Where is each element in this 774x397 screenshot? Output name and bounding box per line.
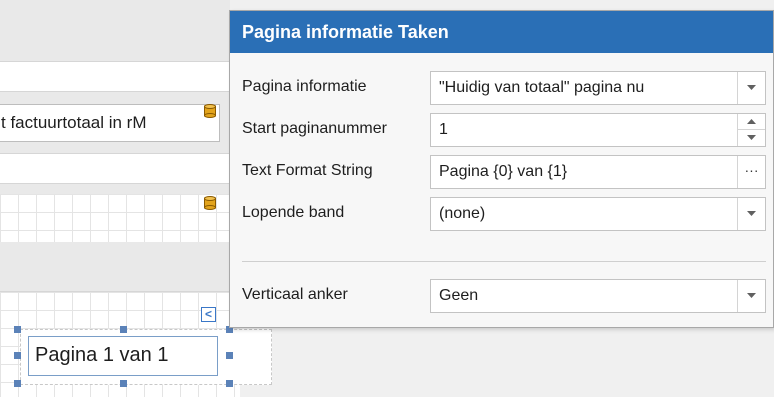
page-info-text: Pagina 1 van 1 — [35, 344, 169, 366]
input-value: Pagina {0} van {1} — [439, 163, 568, 180]
band-row-2 — [0, 154, 230, 184]
input-value: 1 — [439, 121, 448, 138]
row-vertical-anchor: Verticaal anker Geen — [230, 279, 774, 313]
chevron-left-icon: < — [204, 307, 212, 321]
panel-title: Pagina informatie Taken — [230, 11, 773, 53]
chevron-down-icon — [747, 211, 756, 216]
row-text-format-string: Text Format String Pagina {0} van {1} ··… — [230, 155, 774, 189]
row-label: Lopende band — [242, 204, 345, 221]
dropdown-button[interactable] — [737, 280, 765, 312]
spin-up-button[interactable] — [738, 114, 765, 130]
database-icon — [204, 104, 216, 118]
text-format-string-input[interactable]: Pagina {0} van {1} ··· — [430, 155, 766, 189]
band-grid-1 — [0, 194, 230, 242]
select-value: Geen — [439, 287, 479, 304]
row-label: Start paginanummer — [242, 120, 387, 137]
selection-handle[interactable] — [226, 352, 233, 359]
row-start-page-number: Start paginanummer 1 — [230, 113, 774, 147]
chevron-down-icon — [747, 85, 756, 90]
selection-handle[interactable] — [120, 326, 127, 333]
row-label: Text Format String — [242, 162, 373, 179]
start-page-number-input[interactable]: 1 — [430, 113, 766, 147]
selection-handle[interactable] — [14, 352, 21, 359]
row-label: Verticaal anker — [242, 286, 348, 303]
chevron-down-icon — [747, 293, 756, 298]
ellipsis-button[interactable]: ··· — [737, 156, 765, 188]
page-info-field[interactable]: Pagina 1 van 1 — [28, 336, 218, 376]
chevron-down-icon — [747, 135, 756, 140]
row-page-information: Pagina informatie "Huidig van totaal" pa… — [230, 71, 774, 105]
page-info-tasks-panel: Pagina informatie Taken Pagina informati… — [229, 10, 774, 328]
row-running-band: Lopende band (none) — [230, 197, 774, 231]
selection-handle[interactable] — [14, 380, 21, 387]
running-band-select[interactable]: (none) — [430, 197, 766, 231]
spin-buttons — [737, 114, 765, 146]
database-icon — [204, 196, 216, 210]
band-header-4 — [0, 242, 230, 292]
invoice-total-text: t factuurtotaal in rM — [1, 113, 147, 132]
divider — [242, 261, 766, 262]
select-value: (none) — [439, 205, 486, 222]
smart-tag-button[interactable]: < — [201, 307, 216, 322]
selection-handle[interactable] — [226, 380, 233, 387]
row-label: Pagina informatie — [242, 78, 367, 95]
invoice-total-field[interactable]: t factuurtotaal in rM — [0, 104, 220, 142]
selection-handle[interactable] — [14, 326, 21, 333]
band-header-1 — [0, 0, 230, 62]
dropdown-button[interactable] — [737, 72, 765, 104]
spin-down-button[interactable] — [738, 130, 765, 146]
vertical-anchor-select[interactable]: Geen — [430, 279, 766, 313]
page-information-select[interactable]: "Huidig van totaal" pagina nu — [430, 71, 766, 105]
band-row-1 — [0, 62, 230, 92]
dropdown-button[interactable] — [737, 198, 765, 230]
select-value: "Huidig van totaal" pagina nu — [439, 79, 645, 96]
chevron-up-icon — [747, 119, 756, 124]
selection-handle[interactable] — [120, 380, 127, 387]
